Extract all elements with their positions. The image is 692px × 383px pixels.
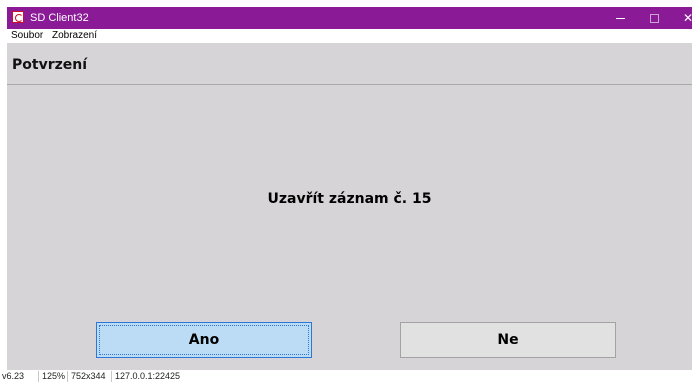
window-title: SD Client32 xyxy=(30,12,89,24)
maximize-button[interactable] xyxy=(637,7,671,29)
status-size: 752x344 xyxy=(71,371,106,381)
status-bar: v6.23 125% 752x344 127.0.0.1:22425 xyxy=(0,370,692,383)
yes-button[interactable]: Ano xyxy=(96,322,312,358)
app-logo-icon xyxy=(12,11,24,23)
status-separator xyxy=(111,371,112,382)
confirmation-message: Uzavřít záznam č. 15 xyxy=(267,191,432,207)
app-window: SD Client32 ✕ Soubor Zobrazení Potvrzení… xyxy=(7,7,692,370)
maximize-icon xyxy=(649,13,659,23)
status-address: 127.0.0.1:22425 xyxy=(115,371,181,381)
close-icon: ✕ xyxy=(682,11,692,25)
status-version: v6.23 xyxy=(2,371,25,381)
menu-item-zobrazeni[interactable]: Zobrazení xyxy=(52,29,97,43)
menu-item-soubor[interactable]: Soubor xyxy=(11,29,43,43)
menu-bar: Soubor Zobrazení xyxy=(7,29,692,43)
close-button[interactable]: ✕ xyxy=(671,7,692,29)
page-title: Potvrzení xyxy=(12,57,88,73)
title-bar[interactable]: SD Client32 ✕ xyxy=(7,7,692,29)
no-button[interactable]: Ne xyxy=(400,322,616,358)
status-separator xyxy=(67,371,68,382)
status-zoom: 125% xyxy=(42,371,66,381)
status-separator xyxy=(38,371,39,382)
minimize-icon xyxy=(615,17,625,19)
minimize-button[interactable] xyxy=(603,7,637,29)
page-header: Potvrzení xyxy=(7,43,692,85)
